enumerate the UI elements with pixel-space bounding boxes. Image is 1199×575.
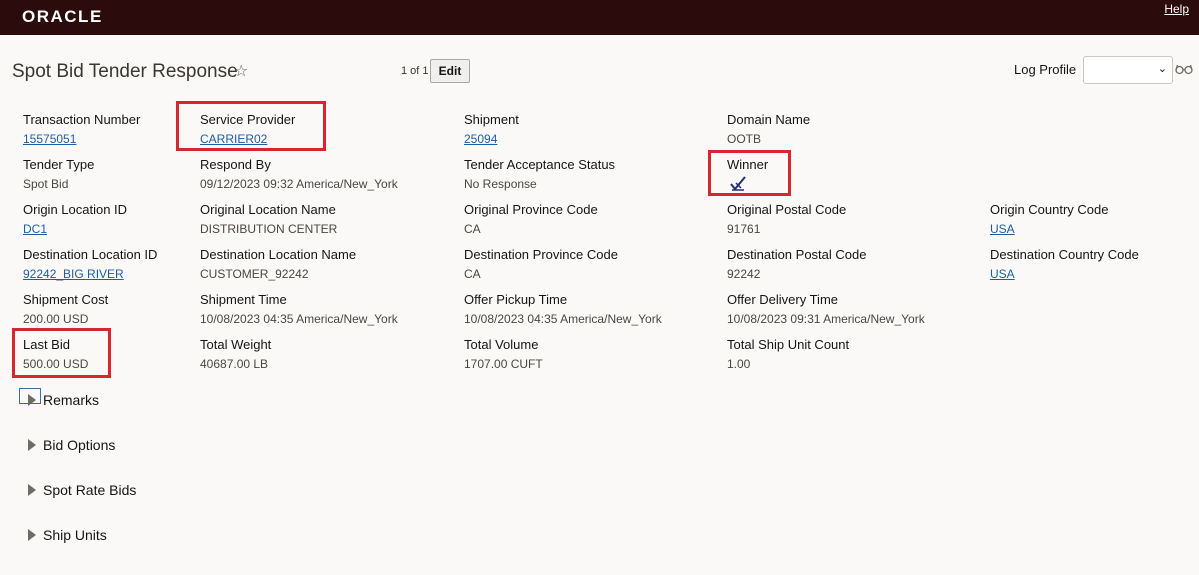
field-destination-location-name: Destination Location Name CUSTOMER_92242 bbox=[200, 247, 356, 282]
edit-button[interactable]: Edit bbox=[430, 59, 470, 83]
field-origin-location-id: Origin Location ID DC1 bbox=[23, 202, 127, 237]
highlight-winner bbox=[708, 150, 791, 196]
field-label: Shipment Cost bbox=[23, 292, 109, 307]
field-label: Destination Location Name bbox=[200, 247, 357, 262]
field-total-ship-unit-count: Total Ship Unit Count 1.00 bbox=[727, 337, 849, 372]
field-label: Respond By bbox=[200, 157, 271, 172]
section-label: Ship Units bbox=[43, 527, 107, 543]
field-label: Destination Country Code bbox=[990, 247, 1139, 262]
field-value: 10/08/2023 04:35 America/New_York bbox=[200, 312, 398, 326]
log-profile-select[interactable]: ⌄ bbox=[1083, 56, 1173, 84]
field-offer-pickup-time: Offer Pickup Time 10/08/2023 04:35 Ameri… bbox=[464, 292, 662, 327]
section-label: Spot Rate Bids bbox=[43, 482, 137, 498]
field-destination-postal-code: Destination Postal Code 92242 bbox=[727, 247, 866, 282]
field-value: 1707.00 CUFT bbox=[464, 357, 543, 371]
field-label: Destination Postal Code bbox=[727, 247, 867, 262]
field-label: Destination Location ID bbox=[23, 247, 158, 262]
field-value: DISTRIBUTION CENTER bbox=[200, 222, 338, 236]
field-tender-type: Tender Type Spot Bid bbox=[23, 157, 94, 192]
favorite-star-icon[interactable]: ☆ bbox=[234, 61, 248, 81]
field-label: Total Ship Unit Count bbox=[727, 337, 850, 352]
section-spot-rate-bids[interactable]: Spot Rate Bids bbox=[28, 482, 136, 498]
field-value: 1.00 bbox=[727, 357, 751, 371]
expand-triangle-icon bbox=[28, 439, 36, 451]
field-value: No Response bbox=[464, 177, 537, 191]
field-destination-country-code: Destination Country Code USA bbox=[990, 247, 1139, 282]
destination-location-link[interactable]: 92242_BIG RIVER bbox=[23, 266, 157, 282]
field-label: Origin Location ID bbox=[23, 202, 128, 217]
highlight-service-provider bbox=[176, 101, 326, 151]
field-label: Domain Name bbox=[727, 112, 811, 127]
section-label: Remarks bbox=[43, 392, 100, 408]
section-bid-options[interactable]: Bid Options bbox=[28, 437, 115, 453]
field-label: Tender Acceptance Status bbox=[464, 157, 616, 172]
field-label: Total Volume bbox=[464, 337, 539, 352]
origin-country-link[interactable]: USA bbox=[990, 221, 1109, 237]
expand-triangle-icon bbox=[28, 484, 36, 496]
shipment-link[interactable]: 25094 bbox=[464, 131, 519, 147]
field-value: CA bbox=[464, 267, 481, 281]
field-label: Shipment Time bbox=[200, 292, 287, 307]
field-destination-province-code: Destination Province Code CA bbox=[464, 247, 618, 282]
field-value: 10/08/2023 04:35 America/New_York bbox=[464, 312, 662, 326]
field-label: Transaction Number bbox=[23, 112, 141, 127]
field-value: OOTB bbox=[727, 132, 762, 146]
field-destination-location-id: Destination Location ID 92242_BIG RIVER bbox=[23, 247, 157, 282]
section-label: Bid Options bbox=[43, 437, 116, 453]
chevron-down-icon: ⌄ bbox=[1157, 63, 1167, 75]
field-label: Tender Type bbox=[23, 157, 95, 172]
field-original-postal-code: Original Postal Code 91761 bbox=[727, 202, 846, 237]
help-link[interactable]: Help bbox=[1164, 2, 1189, 16]
field-value: 91761 bbox=[727, 222, 761, 236]
field-label: Total Weight bbox=[200, 337, 272, 352]
focus-ring bbox=[19, 388, 41, 404]
field-label: Origin Country Code bbox=[990, 202, 1109, 217]
field-domain-name: Domain Name OOTB bbox=[727, 112, 810, 147]
glasses-icon[interactable] bbox=[1175, 63, 1193, 75]
field-label: Original Location Name bbox=[200, 202, 336, 217]
oracle-logo: ORACLE bbox=[22, 7, 103, 26]
field-value: 40687.00 LB bbox=[200, 357, 269, 371]
highlight-last-bid bbox=[12, 328, 111, 378]
field-original-province-code: Original Province Code CA bbox=[464, 202, 598, 237]
field-transaction-number: Transaction Number 15575051 bbox=[23, 112, 140, 147]
field-value: CUSTOMER_92242 bbox=[200, 267, 309, 281]
page-title: Spot Bid Tender Response bbox=[12, 61, 238, 82]
field-value: Spot Bid bbox=[23, 177, 69, 191]
field-total-weight: Total Weight 40687.00 LB bbox=[200, 337, 271, 372]
field-shipment-time: Shipment Time 10/08/2023 04:35 America/N… bbox=[200, 292, 398, 327]
field-label: Shipment bbox=[464, 112, 519, 127]
field-tender-acceptance-status: Tender Acceptance Status No Response bbox=[464, 157, 615, 192]
field-label: Offer Delivery Time bbox=[727, 292, 839, 307]
record-pager: 1 of 1 bbox=[401, 65, 429, 77]
field-shipment-cost: Shipment Cost 200.00 USD bbox=[23, 292, 108, 327]
transaction-number-link[interactable]: 15575051 bbox=[23, 131, 140, 147]
field-label: Offer Pickup Time bbox=[464, 292, 568, 307]
section-ship-units[interactable]: Ship Units bbox=[28, 527, 107, 543]
section-remarks[interactable]: Remarks bbox=[19, 388, 100, 408]
top-bar: ORACLE Help bbox=[0, 0, 1199, 35]
field-value: 10/08/2023 09:31 America/New_York bbox=[727, 312, 925, 326]
destination-country-link[interactable]: USA bbox=[990, 266, 1139, 282]
field-total-volume: Total Volume 1707.00 CUFT bbox=[464, 337, 543, 372]
origin-location-link[interactable]: DC1 bbox=[23, 221, 127, 237]
field-label: Destination Province Code bbox=[464, 247, 618, 262]
field-value: 92242 bbox=[727, 267, 761, 281]
expand-triangle-icon bbox=[28, 529, 36, 541]
field-value: 09/12/2023 09:32 America/New_York bbox=[200, 177, 398, 191]
field-label: Original Postal Code bbox=[727, 202, 847, 217]
field-offer-delivery-time: Offer Delivery Time 10/08/2023 09:31 Ame… bbox=[727, 292, 925, 327]
field-label: Original Province Code bbox=[464, 202, 598, 217]
field-value: CA bbox=[464, 222, 481, 236]
field-respond-by: Respond By 09/12/2023 09:32 America/New_… bbox=[200, 157, 398, 192]
field-original-location-name: Original Location Name DISTRIBUTION CENT… bbox=[200, 202, 337, 237]
field-origin-country-code: Origin Country Code USA bbox=[990, 202, 1109, 237]
log-profile-label: Log Profile bbox=[1014, 62, 1077, 77]
field-shipment: Shipment 25094 bbox=[464, 112, 519, 147]
field-value: 200.00 USD bbox=[23, 312, 89, 326]
